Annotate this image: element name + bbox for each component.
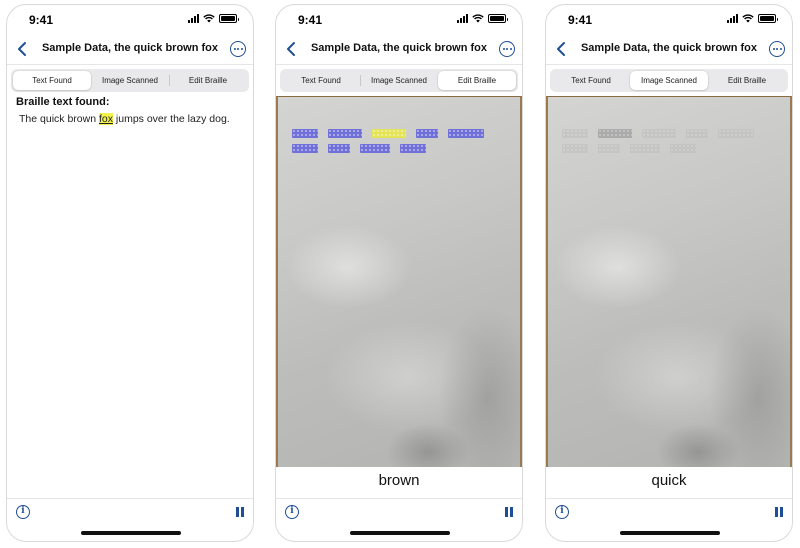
pause-icon[interactable] — [775, 507, 783, 517]
tab-image-scanned[interactable]: Image Scanned — [91, 71, 169, 90]
wifi-icon — [742, 14, 754, 23]
segmented-control: Text Found Image Scanned Edit Braille — [550, 69, 788, 92]
wifi-icon — [203, 14, 215, 23]
braille-cell[interactable] — [292, 144, 318, 153]
braille-line-1 — [292, 129, 484, 138]
cellular-signal-icon — [188, 14, 199, 23]
braille-cell — [630, 144, 660, 153]
braille-cell — [562, 144, 588, 153]
info-icon[interactable]: i — [16, 505, 30, 519]
tab-image-scanned[interactable]: Image Scanned — [630, 71, 708, 90]
status-bar: 9:41 — [7, 5, 253, 31]
battery-icon — [488, 14, 508, 23]
info-icon[interactable]: i — [555, 505, 569, 519]
toolbar-divider — [276, 498, 522, 499]
selected-word-caption: quick — [651, 472, 687, 489]
home-indicator — [81, 531, 181, 535]
status-bar: 9:41 — [546, 5, 792, 31]
cellular-signal-icon — [727, 14, 738, 23]
cellular-signal-icon — [457, 14, 468, 23]
back-chevron-icon[interactable] — [15, 41, 31, 57]
braille-cell[interactable] — [328, 129, 362, 138]
info-icon[interactable]: i — [285, 505, 299, 519]
tab-edit-braille[interactable]: Edit Braille — [438, 71, 516, 90]
back-chevron-icon[interactable] — [554, 41, 570, 57]
battery-icon — [219, 14, 239, 23]
braille-cell-selected[interactable] — [598, 129, 632, 138]
home-indicator — [620, 531, 720, 535]
status-icons — [188, 14, 239, 23]
braille-cell[interactable] — [328, 144, 350, 153]
more-options-icon[interactable] — [769, 41, 785, 57]
braille-cell[interactable] — [416, 129, 438, 138]
braille-sentence: The quick brown fox jumps over the lazy … — [16, 113, 247, 125]
braille-cell — [718, 129, 754, 138]
braille-cell — [642, 129, 676, 138]
selected-word-caption: brown — [378, 472, 420, 489]
back-chevron-icon[interactable] — [284, 41, 300, 57]
tab-edit-braille[interactable]: Edit Braille — [169, 71, 247, 90]
battery-icon — [758, 14, 778, 23]
status-bar: 9:41 — [276, 5, 522, 31]
braille-line-2 — [292, 144, 426, 153]
braille-text-panel: Braille text found: The quick brown fox … — [16, 96, 247, 125]
home-indicator — [350, 531, 450, 535]
toolbar-divider — [546, 498, 792, 499]
braille-cell[interactable] — [400, 144, 426, 153]
phone-screen-text-found: 9:41 Sample Data, the quick brown fox Te… — [6, 4, 254, 542]
toolbar-divider — [7, 498, 253, 499]
more-options-icon[interactable] — [499, 41, 515, 57]
pause-icon[interactable] — [236, 507, 244, 517]
scanned-braille-image — [546, 96, 792, 467]
segmented-control: Text Found Image Scanned Edit Braille — [11, 69, 249, 92]
navigation-bar: Sample Data, the quick brown fox — [276, 31, 522, 65]
nav-title: Sample Data, the quick brown fox — [41, 42, 219, 54]
braille-cell — [562, 129, 588, 138]
status-time: 9:41 — [29, 13, 54, 27]
segmented-control: Text Found Image Scanned Edit Braille — [280, 69, 518, 92]
braille-cell[interactable] — [448, 129, 484, 138]
more-options-icon[interactable] — [230, 41, 246, 57]
highlighted-word[interactable]: fox — [98, 113, 113, 125]
status-time: 9:41 — [568, 13, 593, 27]
sentence-start: The quick brown — [19, 113, 99, 125]
tab-text-found[interactable]: Text Found — [552, 71, 630, 90]
wifi-icon — [472, 14, 484, 23]
pause-icon[interactable] — [505, 507, 513, 517]
braille-cell — [670, 144, 696, 153]
sentence-end: jumps over the lazy dog. — [112, 113, 230, 125]
braille-cell — [686, 129, 708, 138]
braille-line-1 — [562, 129, 754, 138]
nav-title: Sample Data, the quick brown fox — [580, 42, 758, 54]
navigation-bar: Sample Data, the quick brown fox — [7, 31, 253, 65]
braille-cell — [598, 144, 620, 153]
phone-screen-image-scanned: 9:41 Sample Data, the quick brown fox Te… — [545, 4, 793, 542]
nav-title: Sample Data, the quick brown fox — [310, 42, 488, 54]
braille-line-2 — [562, 144, 696, 153]
braille-cell[interactable] — [292, 129, 318, 138]
braille-heading: Braille text found: — [16, 96, 110, 108]
navigation-bar: Sample Data, the quick brown fox — [546, 31, 792, 65]
tab-edit-braille[interactable]: Edit Braille — [708, 71, 786, 90]
status-icons — [727, 14, 778, 23]
tab-image-scanned[interactable]: Image Scanned — [360, 71, 438, 90]
status-time: 9:41 — [298, 13, 323, 27]
tab-text-found[interactable]: Text Found — [282, 71, 360, 90]
braille-cell[interactable] — [360, 144, 390, 153]
phone-screen-edit-braille: 9:41 Sample Data, the quick brown fox Te… — [275, 4, 523, 542]
scanned-braille-image — [276, 96, 522, 467]
tab-text-found[interactable]: Text Found — [13, 71, 91, 90]
braille-cell-selected[interactable] — [372, 129, 406, 138]
status-icons — [457, 14, 508, 23]
